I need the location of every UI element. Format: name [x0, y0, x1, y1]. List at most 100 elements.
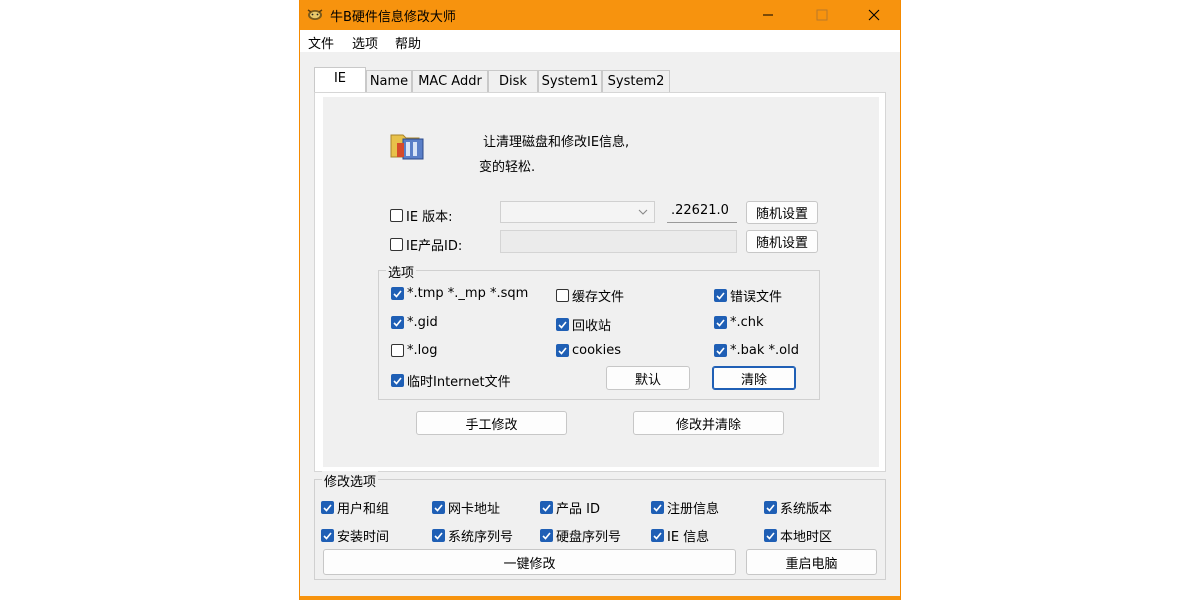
option-cache-checkbox[interactable]: 缓存文件 — [556, 286, 624, 305]
option-error-files-checkbox[interactable]: 错误文件 — [714, 286, 782, 305]
checkbox-box — [540, 529, 553, 542]
modify-product-id-checkbox[interactable]: 产品 ID — [540, 498, 600, 517]
modify-option-label: 产品 ID — [556, 502, 600, 517]
modify-option-label: 系统版本 — [780, 502, 833, 517]
modify-option-label: 系统序列号 — [448, 530, 514, 545]
checkbox-box — [556, 289, 569, 302]
ie-version-checkbox[interactable]: IE 版本: — [390, 206, 453, 225]
modify-option-label: 硬盘序列号 — [556, 530, 622, 545]
manual-modify-button[interactable]: 手工修改 — [416, 411, 567, 435]
modify-timezone-checkbox[interactable]: 本地时区 — [764, 526, 832, 545]
modify-options-label: 修改选项 — [322, 471, 379, 490]
checkbox-box — [714, 289, 727, 302]
modify-users-groups-checkbox[interactable]: 用户和组 — [321, 498, 389, 517]
modify-option-label: 本地时区 — [780, 530, 833, 545]
checkbox-box — [432, 501, 445, 514]
checkbox-box — [391, 287, 404, 300]
menu-bar: 文件 选项 帮助 — [300, 30, 900, 52]
checkbox-box — [651, 501, 664, 514]
modify-disk-serial-checkbox[interactable]: 硬盘序列号 — [540, 526, 621, 545]
modify-registration-checkbox[interactable]: 注册信息 — [651, 498, 719, 517]
option-label: 临时Internet文件 — [407, 375, 511, 390]
checkbox-box — [651, 529, 664, 542]
option-temp-internet-checkbox[interactable]: 临时Internet文件 — [391, 371, 511, 390]
tab-panel-ie: 让清理磁盘和修改IE信息, 变的轻松. IE 版本: .22621.0 随机设置 — [314, 92, 886, 472]
ie-product-id-checkbox[interactable]: IE产品ID: — [390, 235, 462, 254]
options-group-label: 选项 — [386, 262, 417, 281]
maximize-button[interactable] — [799, 0, 845, 30]
ie-version-label: IE 版本: — [406, 210, 453, 225]
checkbox-box — [714, 316, 727, 329]
checkbox-box — [390, 209, 403, 222]
menu-help[interactable]: 帮助 — [395, 33, 421, 52]
modify-system-serial-checkbox[interactable]: 系统序列号 — [432, 526, 513, 545]
one-click-modify-button[interactable]: 一键修改 — [323, 549, 736, 575]
option-label: *.gid — [407, 315, 438, 330]
folder-tools-icon — [390, 134, 424, 160]
title-bar[interactable]: 牛B硬件信息修改大师 — [300, 0, 900, 30]
option-bak-old-checkbox[interactable]: *.bak *.old — [714, 343, 799, 358]
option-label: *.bak *.old — [730, 343, 799, 358]
option-label: cookies — [572, 343, 621, 358]
description-line-2: 变的轻松. — [479, 160, 536, 175]
checkbox-box — [764, 501, 777, 514]
ie-product-id-field[interactable] — [500, 230, 737, 253]
menu-file[interactable]: 文件 — [308, 33, 334, 52]
minimize-button[interactable] — [745, 0, 791, 30]
checkbox-box — [391, 344, 404, 357]
modify-options-group: 修改选项 用户和组 网卡地址 产品 ID 注册信息 系统版本 安装时间 系统序列… — [314, 471, 886, 580]
modify-option-label: 注册信息 — [667, 502, 720, 517]
checkbox-box — [714, 344, 727, 357]
option-chk-checkbox[interactable]: *.chk — [714, 315, 764, 330]
modify-mac-address-checkbox[interactable]: 网卡地址 — [432, 498, 500, 517]
tab-control: IE Name MAC Addr Disk System1 System2 让清… — [314, 67, 886, 472]
close-icon — [868, 9, 880, 21]
ie-product-id-random-button[interactable]: 随机设置 — [746, 230, 818, 253]
checkbox-box — [432, 529, 445, 542]
ie-inner-panel: 让清理磁盘和修改IE信息, 变的轻松. IE 版本: .22621.0 随机设置 — [323, 97, 879, 467]
checkbox-box — [391, 374, 404, 387]
ie-version-random-button[interactable]: 随机设置 — [746, 201, 818, 224]
chevron-down-icon — [638, 209, 648, 215]
option-label: 回收站 — [572, 319, 612, 334]
checkbox-box — [391, 316, 404, 329]
app-window: 牛B硬件信息修改大师 文件 选项 帮助 IE Name MAC Addr Dis… — [299, 0, 901, 600]
option-gid-checkbox[interactable]: *.gid — [391, 315, 438, 330]
ie-version-combo[interactable] — [500, 201, 655, 223]
tab-mac-addr[interactable]: MAC Addr — [412, 70, 488, 92]
modify-option-label: IE 信息 — [667, 530, 710, 545]
option-label: *.tmp *._mp *.sqm — [407, 286, 529, 301]
window-bottom-border — [300, 596, 900, 600]
checkbox-box — [556, 318, 569, 331]
window-title: 牛B硬件信息修改大师 — [330, 10, 456, 25]
ie-version-value[interactable]: .22621.0 — [667, 201, 737, 223]
menu-options[interactable]: 选项 — [352, 33, 378, 52]
clear-button[interactable]: 清除 — [712, 366, 796, 390]
option-label: 缓存文件 — [572, 290, 625, 305]
modify-and-clear-button[interactable]: 修改并清除 — [633, 411, 784, 435]
description-line-1: 让清理磁盘和修改IE信息, — [483, 135, 630, 150]
modify-ie-info-checkbox[interactable]: IE 信息 — [651, 526, 709, 545]
modify-option-label: 用户和组 — [337, 502, 390, 517]
restart-button[interactable]: 重启电脑 — [746, 549, 877, 575]
cow-icon — [307, 9, 323, 20]
modify-system-version-checkbox[interactable]: 系统版本 — [764, 498, 832, 517]
option-label: *.chk — [730, 315, 764, 330]
modify-option-label: 安装时间 — [337, 530, 390, 545]
option-recycle-bin-checkbox[interactable]: 回收站 — [556, 315, 611, 334]
tab-disk[interactable]: Disk — [488, 70, 538, 92]
modify-install-time-checkbox[interactable]: 安装时间 — [321, 526, 389, 545]
default-button[interactable]: 默认 — [606, 366, 690, 390]
option-cookies-checkbox[interactable]: cookies — [556, 343, 621, 358]
tab-system1[interactable]: System1 — [538, 70, 602, 92]
tab-ie[interactable]: IE — [314, 67, 366, 92]
maximize-icon — [816, 9, 828, 21]
checkbox-box — [540, 501, 553, 514]
close-button[interactable] — [851, 0, 897, 30]
option-label: 错误文件 — [730, 290, 783, 305]
option-label: *.log — [407, 343, 438, 358]
option-tmp-checkbox[interactable]: *.tmp *._mp *.sqm — [391, 286, 528, 301]
tab-name[interactable]: Name — [366, 70, 412, 92]
option-log-checkbox[interactable]: *.log — [391, 343, 437, 358]
tab-system2[interactable]: System2 — [602, 70, 670, 92]
